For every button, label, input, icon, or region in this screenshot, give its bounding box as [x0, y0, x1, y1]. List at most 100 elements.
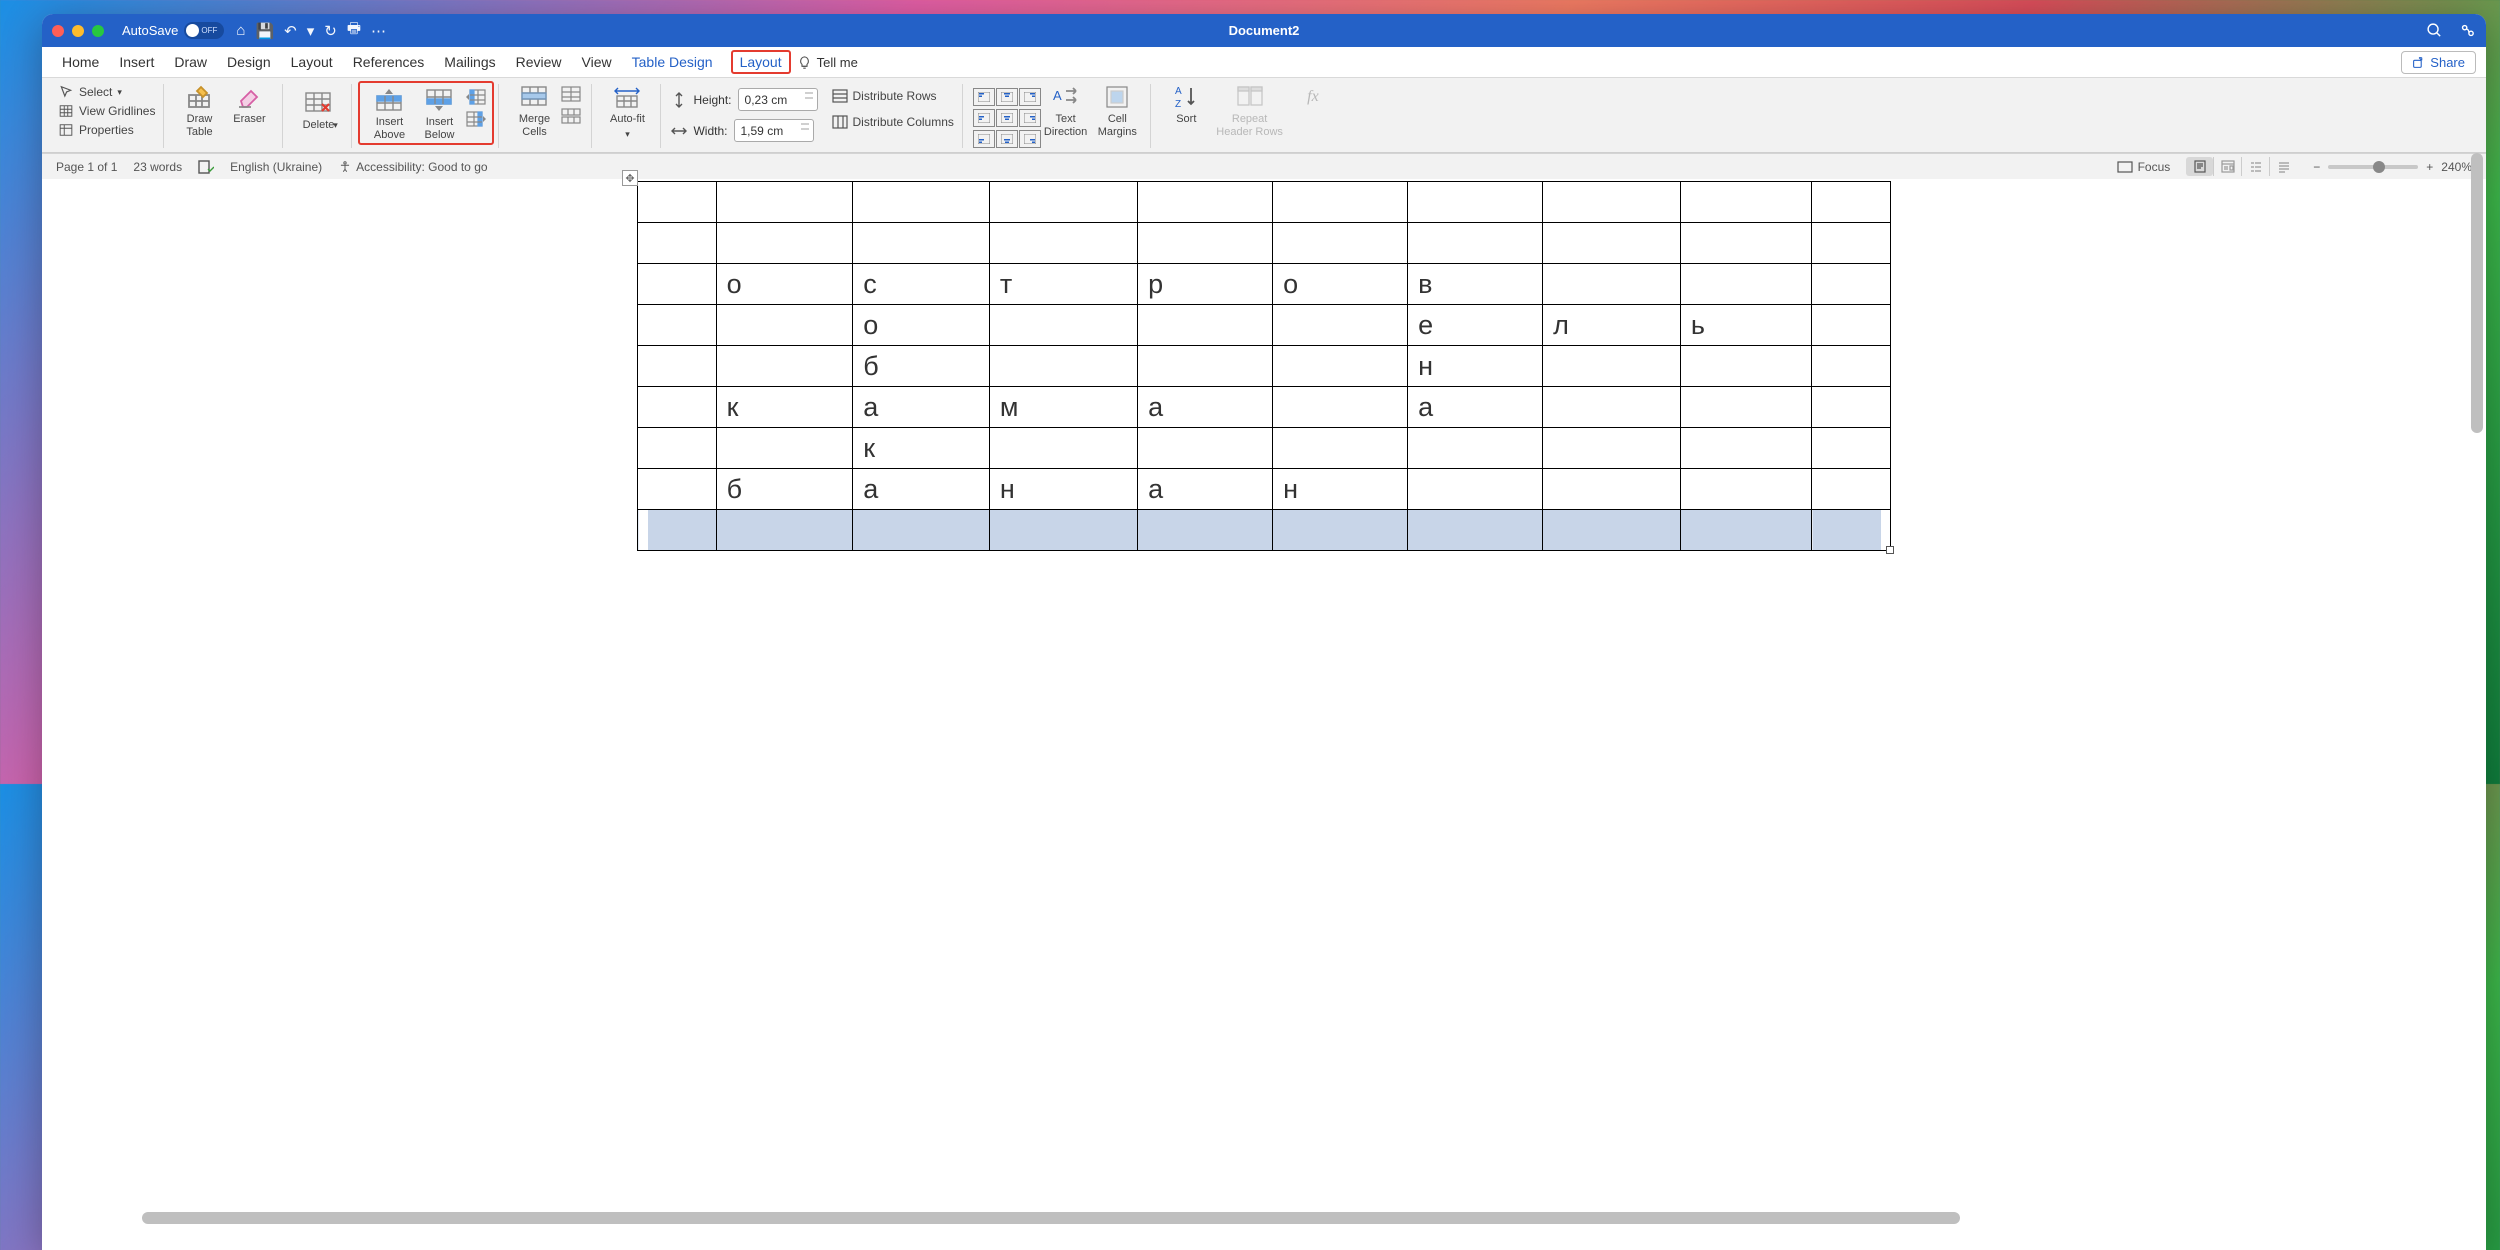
share-icon[interactable] [2459, 22, 2476, 39]
table-cell[interactable] [1408, 469, 1543, 510]
table-cell[interactable] [1680, 428, 1811, 469]
table-cell[interactable] [716, 346, 853, 387]
table-cell[interactable]: б [853, 346, 990, 387]
table-cell[interactable] [1138, 346, 1273, 387]
height-input[interactable]: 0,23 cm [738, 88, 818, 111]
align-bot-center[interactable] [996, 130, 1018, 148]
table-cell[interactable] [638, 469, 717, 510]
tab-draw[interactable]: Draw [164, 50, 217, 74]
table-cell[interactable] [1680, 223, 1811, 264]
table-cell[interactable] [853, 223, 990, 264]
table-cell[interactable] [638, 305, 717, 346]
table-cell[interactable] [638, 510, 717, 551]
select-button[interactable]: Select ▾ [58, 84, 155, 100]
home-icon[interactable]: ⌂ [236, 22, 245, 39]
table-anchor-icon[interactable]: ✥ [622, 170, 638, 186]
minimize-window-button[interactable] [72, 25, 84, 37]
table-cell[interactable] [989, 305, 1137, 346]
table-cell[interactable] [1812, 223, 1891, 264]
table-cell[interactable] [1273, 510, 1408, 551]
table-cell[interactable] [638, 264, 717, 305]
table-cell[interactable]: е [1408, 305, 1543, 346]
delete-button[interactable]: Delete ▾ [293, 84, 343, 132]
maximize-window-button[interactable] [92, 25, 104, 37]
table-cell[interactable] [1543, 182, 1681, 223]
table-cell[interactable] [1138, 305, 1273, 346]
table-cell[interactable]: а [1408, 387, 1543, 428]
search-icon[interactable] [2426, 22, 2443, 39]
table-cell[interactable] [716, 223, 853, 264]
width-input[interactable]: 1,59 cm [734, 119, 814, 142]
table-cell[interactable] [1408, 223, 1543, 264]
draw-table-button[interactable]: Draw Table [174, 84, 224, 138]
align-top-center[interactable] [996, 88, 1018, 106]
split-table-button[interactable] [561, 108, 581, 124]
properties-button[interactable]: Properties [58, 122, 155, 138]
autosave-toggle[interactable]: AutoSave OFF [122, 22, 224, 39]
document-table[interactable]: островоельбнкамаакбанан [637, 181, 1891, 551]
table-cell[interactable] [1273, 387, 1408, 428]
table-cell[interactable] [1543, 346, 1681, 387]
table-cell[interactable] [853, 182, 990, 223]
table-cell[interactable]: а [1138, 387, 1273, 428]
table-cell[interactable]: о [853, 305, 990, 346]
text-direction-button[interactable]: A Text Direction [1039, 84, 1092, 138]
autofit-button[interactable]: Auto-fit ▾ [602, 84, 652, 139]
table-cell[interactable]: с [853, 264, 990, 305]
more-icon[interactable]: ⋯ [371, 22, 386, 40]
split-cells-button[interactable] [561, 86, 581, 102]
table-cell[interactable] [1273, 428, 1408, 469]
table-cell[interactable] [989, 346, 1137, 387]
align-top-left[interactable] [973, 88, 995, 106]
table-row[interactable]: к [638, 428, 1891, 469]
distribute-columns-button[interactable]: Distribute Columns [832, 114, 954, 130]
table-cell[interactable] [1812, 182, 1891, 223]
distribute-rows-button[interactable]: Distribute Rows [832, 88, 954, 104]
table-cell[interactable] [1812, 469, 1891, 510]
table-cell[interactable] [716, 510, 853, 551]
table-cell[interactable] [1680, 182, 1811, 223]
table-cell[interactable] [989, 510, 1137, 551]
insert-above-button[interactable]: Insert Above [364, 87, 414, 141]
view-gridlines-button[interactable]: View Gridlines [58, 103, 155, 119]
table-cell[interactable] [1138, 510, 1273, 551]
table-cell[interactable] [1680, 346, 1811, 387]
table-cell[interactable]: б [716, 469, 853, 510]
table-cell[interactable] [716, 305, 853, 346]
table-cell[interactable] [638, 223, 717, 264]
tab-table-layout[interactable]: Layout [731, 50, 791, 74]
table-cell[interactable] [1543, 510, 1681, 551]
undo-icon[interactable]: ↶ [284, 22, 297, 40]
table-row[interactable]: бн [638, 346, 1891, 387]
tab-view[interactable]: View [572, 50, 622, 74]
tab-mailings[interactable]: Mailings [434, 50, 505, 74]
insert-below-button[interactable]: Insert Below [414, 87, 464, 141]
table-cell[interactable]: л [1543, 305, 1681, 346]
table-cell[interactable] [989, 182, 1137, 223]
vertical-scrollbar[interactable] [2471, 153, 2483, 433]
table-cell[interactable] [1408, 428, 1543, 469]
table-cell[interactable]: к [853, 428, 990, 469]
table-cell[interactable] [1812, 305, 1891, 346]
table-row[interactable]: камаа [638, 387, 1891, 428]
table-cell[interactable]: а [853, 469, 990, 510]
table-cell[interactable] [1273, 223, 1408, 264]
table-cell[interactable] [1812, 387, 1891, 428]
table-cell[interactable] [1138, 182, 1273, 223]
eraser-button[interactable]: Eraser [224, 84, 274, 126]
tell-me[interactable]: Tell me [797, 55, 858, 70]
table-cell[interactable] [1408, 510, 1543, 551]
tab-references[interactable]: References [343, 50, 435, 74]
table-row[interactable]: остров [638, 264, 1891, 305]
table-cell[interactable]: н [1408, 346, 1543, 387]
table-cell[interactable]: а [1138, 469, 1273, 510]
table-cell[interactable]: р [1138, 264, 1273, 305]
table-cell[interactable] [1273, 182, 1408, 223]
close-window-button[interactable] [52, 25, 64, 37]
table-cell[interactable] [1543, 469, 1681, 510]
table-cell[interactable] [1812, 510, 1891, 551]
table-row[interactable] [638, 223, 1891, 264]
tab-design[interactable]: Design [217, 50, 281, 74]
print-icon[interactable]: 🖶 [347, 18, 361, 43]
table-cell[interactable] [1680, 510, 1811, 551]
